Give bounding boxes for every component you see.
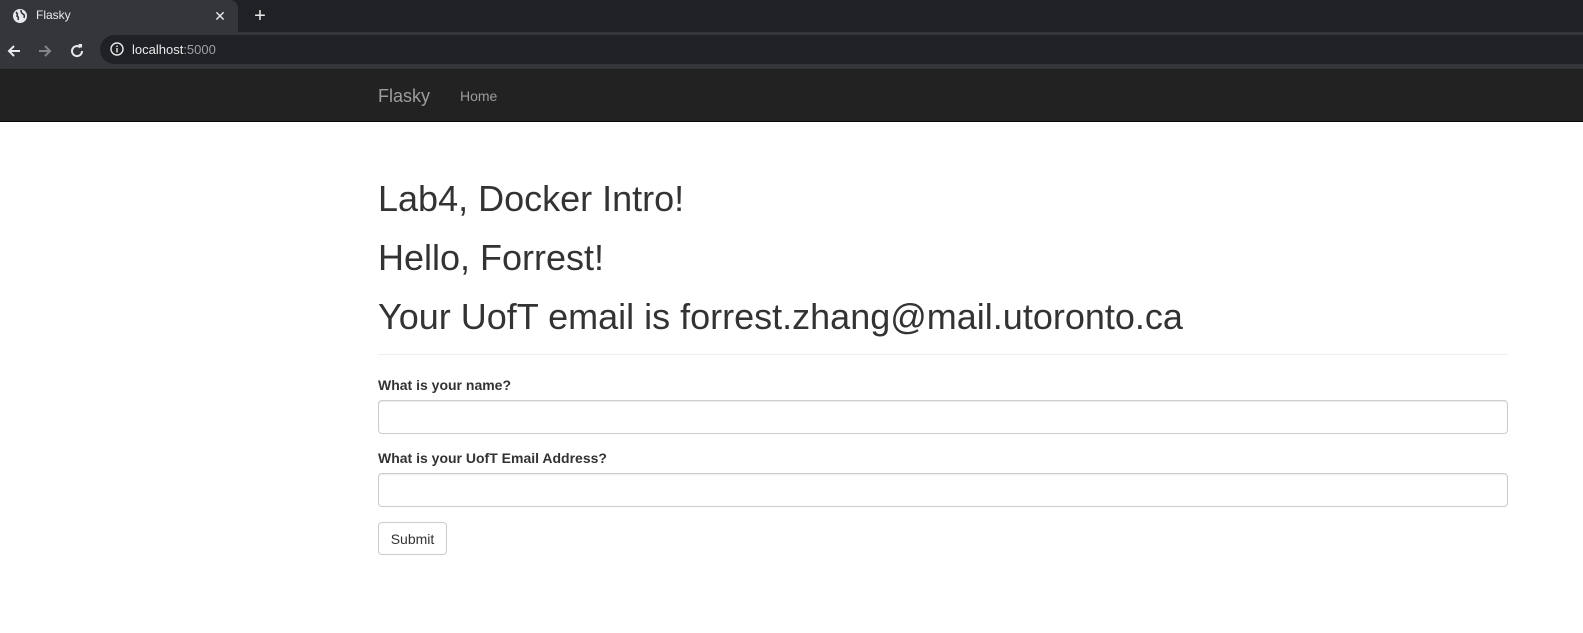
globe-icon bbox=[13, 9, 27, 23]
url-text: localhost:5000 bbox=[132, 42, 216, 57]
greeting-heading: Hello, Forrest! bbox=[378, 237, 605, 278]
nav-home-link[interactable]: Home bbox=[460, 88, 497, 104]
new-tab-icon[interactable]: + bbox=[250, 6, 270, 26]
submit-button[interactable]: Submit bbox=[378, 522, 447, 555]
navbar-brand[interactable]: Flasky bbox=[378, 86, 430, 107]
divider bbox=[378, 354, 1508, 355]
back-arrow-icon[interactable] bbox=[5, 42, 23, 60]
site-navbar: Flasky Home bbox=[0, 70, 1583, 122]
page-heading: Lab4, Docker Intro! bbox=[378, 178, 685, 219]
email-input[interactable] bbox=[378, 473, 1508, 507]
forward-arrow-icon[interactable] bbox=[36, 42, 54, 60]
browser-toolbar: localhost:5000 bbox=[0, 32, 1583, 69]
browser-tabstrip: Flasky ✕ + bbox=[0, 0, 1583, 32]
reload-icon[interactable] bbox=[68, 42, 86, 60]
email-heading: Your UofT email is forrest.zhang@mail.ut… bbox=[378, 296, 1183, 337]
email-label: What is your UofT Email Address? bbox=[378, 450, 607, 466]
info-icon[interactable] bbox=[110, 42, 124, 56]
name-label: What is your name? bbox=[378, 377, 512, 393]
name-input[interactable] bbox=[378, 400, 1508, 434]
url-host: localhost bbox=[132, 42, 184, 57]
close-tab-icon[interactable]: ✕ bbox=[212, 8, 228, 24]
url-port: :5000 bbox=[183, 42, 216, 57]
browser-tab[interactable]: Flasky ✕ bbox=[0, 0, 238, 32]
address-bar[interactable]: localhost:5000 bbox=[100, 35, 1583, 64]
tab-title: Flasky bbox=[36, 8, 71, 22]
